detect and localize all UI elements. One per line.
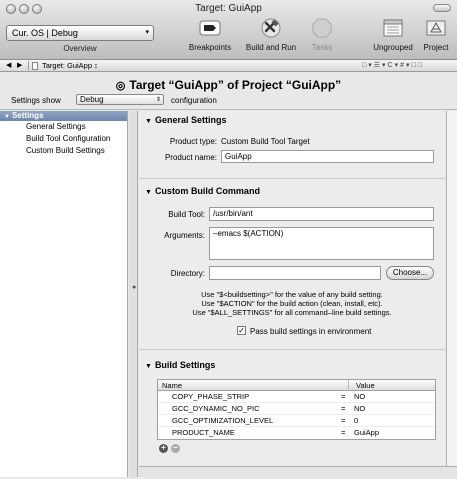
tasks-button[interactable]: Tasks — [308, 18, 336, 52]
pass-build-settings-label: Pass build settings in environment — [250, 327, 372, 336]
inspector-header: ◎ Target “GuiApp” of Project “GuiApp” Set… — [0, 72, 457, 110]
table-row[interactable]: COPY_PHASE_STRIP = NO — [158, 391, 435, 403]
window-title: Target: GuiApp — [195, 3, 262, 14]
tasks-label: Tasks — [311, 43, 333, 52]
path-bar: ◀ ▶ Target: GuiApp ↕ □▾☰▾C▾#▾□□ — [0, 60, 457, 72]
column-header-name[interactable]: Name — [162, 380, 182, 391]
setting-value: NO — [354, 404, 366, 413]
build-tool-label: Build Tool: — [168, 210, 205, 219]
path-popup[interactable]: Target: GuiApp ↕ — [42, 60, 98, 71]
setting-value: 0 — [354, 416, 359, 425]
disclosure-triangle-icon[interactable]: ▼ — [145, 363, 152, 370]
sidebar-item-build-tool-configuration[interactable]: Build Tool Configuration — [0, 133, 127, 145]
ungrouped-button[interactable]: Ungrouped — [370, 18, 416, 52]
path-divider — [28, 61, 29, 70]
bottom-edge — [139, 466, 457, 477]
toolbar-toggle-button[interactable] — [433, 4, 451, 12]
ungrouped-icon — [383, 19, 403, 37]
popup-arrows-icon: ⇕ — [155, 97, 161, 103]
table-header: Name Value — [158, 380, 435, 391]
setting-value: NO — [354, 392, 366, 401]
breakpoints-label: Breakpoints — [188, 43, 232, 52]
build-settings-table: Name Value COPY_PHASE_STRIP = NO GCC_DYN… — [157, 379, 436, 440]
configuration-popup[interactable]: Debug ⇕ — [76, 94, 164, 105]
splitter-handle-icon[interactable]: ● — [132, 284, 136, 291]
overview-value: Cur. OS | Debug — [12, 28, 78, 38]
build-and-run-button[interactable]: Build and Run — [244, 18, 298, 52]
setting-name: PRODUCT_NAME — [172, 428, 235, 437]
sidebar-header[interactable]: ▼ Settings — [0, 111, 127, 121]
custom-build-command-heading[interactable]: ▼ Custom Build Command — [145, 186, 260, 196]
table-row[interactable]: PRODUCT_NAME = GuiApp — [158, 427, 435, 439]
custom-build-command-title: Custom Build Command — [154, 186, 260, 196]
project-label: Project — [423, 43, 449, 52]
product-type-label: Product type: — [169, 137, 217, 146]
directory-field[interactable] — [209, 266, 381, 280]
document-icon — [32, 62, 38, 70]
setting-equals: = — [341, 404, 346, 413]
pass-build-settings-checkbox[interactable]: ✓ — [237, 326, 246, 335]
popup-arrows-icon: ▾ — [145, 29, 149, 36]
settings-sidebar: ▼ Settings General Settings Build Tool Co… — [0, 111, 128, 477]
help-line-3: Use "$ALL_SETTINGS" for all command–line… — [192, 308, 392, 317]
setting-equals: = — [341, 416, 346, 425]
forward-arrow-icon[interactable]: ▶ — [17, 60, 22, 71]
disclosure-triangle-icon[interactable]: ▼ — [145, 118, 152, 125]
target-info-window: Target: GuiApp Cur. OS | Debug ▾ Overvie… — [0, 0, 457, 479]
remove-setting-button[interactable]: − — [171, 444, 180, 453]
configuration-value: Debug — [80, 95, 104, 104]
breakpoints-icon — [199, 20, 221, 36]
page-title-text: Target “GuiApp” of Project “GuiApp” — [129, 78, 342, 92]
title-toolbar: Target: GuiApp Cur. OS | Debug ▾ Overvie… — [0, 0, 457, 60]
disclosure-triangle-icon[interactable]: ▼ — [4, 114, 10, 120]
page-title: ◎ Target “GuiApp” of Project “GuiApp” — [0, 78, 457, 92]
breakpoints-button[interactable]: Breakpoints — [186, 18, 234, 52]
back-arrow-icon[interactable]: ◀ — [6, 60, 11, 71]
build-settings-title: Build Settings — [154, 360, 216, 370]
column-separator[interactable] — [348, 380, 349, 391]
settings-show-label: Settings show — [11, 96, 61, 105]
section-divider — [139, 178, 445, 179]
product-name-field[interactable]: GuiApp — [221, 150, 434, 163]
arguments-label: Arguments: — [164, 231, 205, 240]
add-setting-button[interactable]: + — [159, 444, 168, 453]
vertical-scrollbar[interactable] — [446, 111, 457, 466]
setting-name: COPY_PHASE_STRIP — [172, 392, 250, 401]
overview-popup[interactable]: Cur. OS | Debug ▾ — [6, 25, 154, 41]
arguments-field[interactable]: –emacs $(ACTION) — [209, 227, 434, 260]
build-and-run-label: Build and Run — [245, 43, 297, 52]
choose-button[interactable]: Choose... — [386, 266, 434, 280]
ungrouped-label: Ungrouped — [373, 43, 413, 52]
target-icon: ◎ — [115, 80, 126, 92]
product-name-label: Product name: — [164, 153, 217, 162]
table-row[interactable]: GCC_OPTIMIZATION_LEVEL = 0 — [158, 415, 435, 427]
setting-equals: = — [341, 392, 346, 401]
sidebar-header-label: Settings — [11, 111, 44, 120]
table-row[interactable]: GCC_DYNAMIC_NO_PIC = NO — [158, 403, 435, 415]
setting-value: GuiApp — [354, 428, 380, 437]
disclosure-triangle-icon[interactable]: ▼ — [145, 189, 152, 196]
section-divider — [139, 349, 445, 350]
configuration-label: configuration — [171, 96, 217, 105]
column-header-value[interactable]: Value — [356, 380, 375, 391]
hammer-icon — [261, 18, 281, 38]
overview-label: Overview — [63, 44, 97, 53]
product-type-value: Custom Build Tool Target — [221, 137, 310, 146]
sidebar-item-custom-build-settings[interactable]: Custom Build Settings — [0, 145, 127, 157]
project-button[interactable]: Project — [420, 18, 452, 52]
build-tool-field[interactable]: /usr/bin/ant — [209, 207, 434, 221]
build-settings-heading[interactable]: ▼ Build Settings — [145, 360, 215, 370]
sidebar-item-general-settings[interactable]: General Settings — [0, 121, 127, 133]
directory-label: Directory: — [170, 269, 205, 278]
project-icon — [426, 20, 446, 36]
general-settings-heading[interactable]: ▼ General Settings — [145, 115, 226, 125]
setting-equals: = — [341, 428, 346, 437]
settings-panel: ▼ General Settings Product type: Custom B… — [139, 111, 445, 466]
general-settings-title: General Settings — [154, 115, 227, 125]
setting-name: GCC_DYNAMIC_NO_PIC — [172, 404, 260, 413]
split-view-divider[interactable]: ● — [129, 111, 138, 477]
stop-sign-icon — [312, 18, 332, 38]
setting-name: GCC_OPTIMIZATION_LEVEL — [172, 416, 274, 425]
navbar-extra-icons[interactable]: □▾☰▾C▾#▾□□ — [362, 60, 424, 71]
